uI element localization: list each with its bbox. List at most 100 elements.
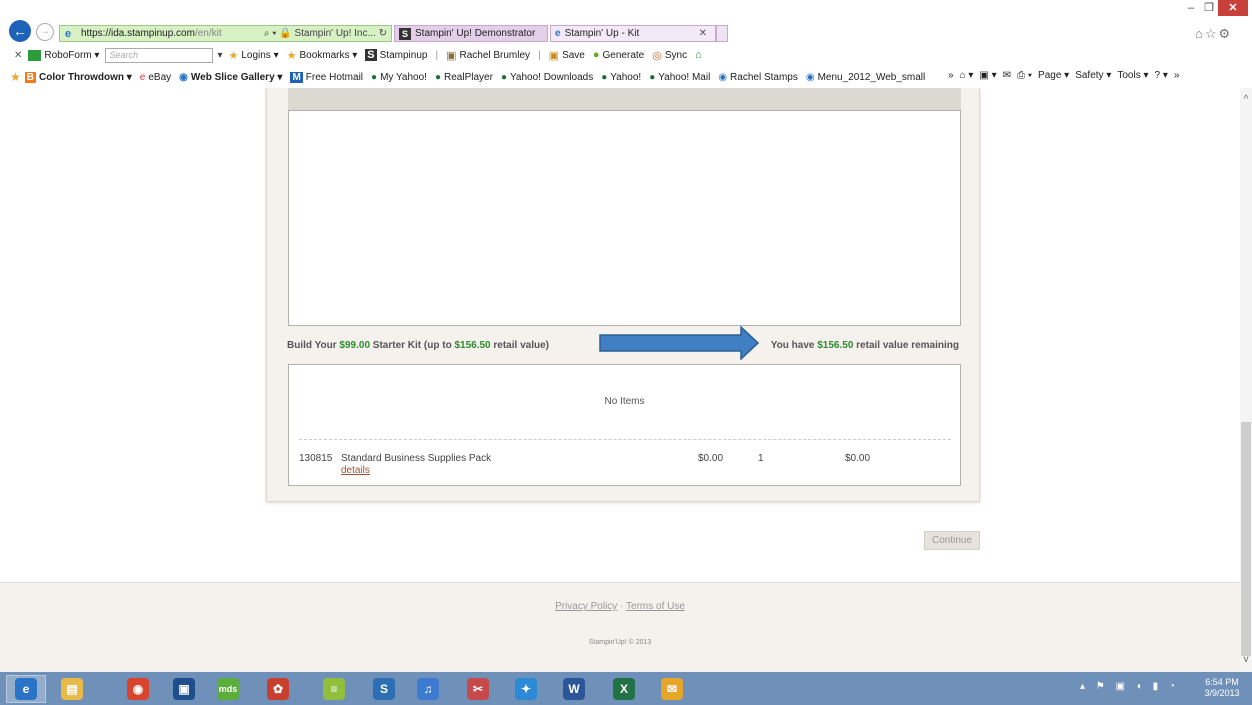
scroll-thumb[interactable] xyxy=(1241,422,1251,656)
tab-stampinup-kit[interactable]: e Stampin' Up - Kit ✕ xyxy=(550,25,716,42)
taskbar-excel-button[interactable]: X xyxy=(604,675,644,703)
tab-close-icon[interactable]: ✕ xyxy=(699,28,707,39)
continue-button[interactable]: Continue xyxy=(924,531,980,550)
maximize-button[interactable]: ❐ xyxy=(1200,0,1218,16)
home-menu[interactable]: ⌂ ▾ xyxy=(960,70,974,81)
search-dropdown-icon[interactable]: ▾ xyxy=(217,50,222,61)
favorites-star-icon[interactable]: ★ xyxy=(10,70,21,84)
taskbar-clock[interactable]: 6:54 PM 3/9/2013 xyxy=(1200,677,1244,699)
roboform-logo-icon xyxy=(28,49,42,61)
help-menu[interactable]: ? ▾ xyxy=(1155,70,1168,81)
new-tab-button[interactable] xyxy=(716,25,728,42)
tab-stampinup-demonstrator[interactable]: S Stampin' Up! Demonstrator xyxy=(394,25,548,42)
fav-label: Color Throwdown ▾ xyxy=(39,71,132,83)
generate-button[interactable]: ● Generate xyxy=(593,49,644,61)
save-label: Save xyxy=(562,49,585,61)
fav-web-slice-gallery[interactable]: ◉ Web Slice Gallery ▾ xyxy=(179,72,282,83)
taskbar-stampinup-button[interactable]: S xyxy=(364,675,404,703)
stampinup-link[interactable]: S Stampinup xyxy=(365,49,427,61)
overflow-chevron-icon[interactable]: » xyxy=(1174,70,1180,81)
globe-icon: ● xyxy=(500,71,507,83)
identity-rachel-brumley[interactable]: ▣ Rachel Brumley xyxy=(446,49,530,62)
remaining-amount: $156.50 xyxy=(817,340,854,351)
kit-builder-panel: Build Your $99.00 Starter Kit (up to $15… xyxy=(266,88,980,502)
item-total: $0.00 xyxy=(845,453,871,464)
fav-ebay[interactable]: e eBay xyxy=(140,72,171,83)
fav-label: Web Slice Gallery ▾ xyxy=(190,71,283,83)
fav-label: Yahoo! xyxy=(610,71,642,83)
home-favorites-settings-icons[interactable]: ⌂☆⚙ xyxy=(1195,26,1232,42)
taskbar-ie-button[interactable]: e xyxy=(6,675,46,703)
fav-label: Free Hotmail xyxy=(305,71,364,83)
save-button[interactable]: ▣ Save xyxy=(549,49,585,62)
taskbar-app-button[interactable]: ▣ xyxy=(164,675,204,703)
safety-menu[interactable]: Safety ▾ xyxy=(1075,70,1111,81)
fav-free-hotmail[interactable]: M Free Hotmail xyxy=(290,71,364,83)
tools-menu[interactable]: Tools ▾ xyxy=(1117,70,1148,81)
scroll-down-arrow-icon[interactable]: v xyxy=(1240,654,1252,665)
logins-menu[interactable]: ★ Logins ▾ xyxy=(228,49,278,62)
feeds-menu[interactable]: ▣ ▾ xyxy=(979,70,996,81)
print-menu[interactable]: ⎙ ▾ xyxy=(1017,70,1032,81)
bookmarks-menu[interactable]: ★ Bookmarks ▾ xyxy=(287,49,358,62)
taskbar-word-button[interactable]: W xyxy=(554,675,594,703)
taskbar-notes-button[interactable]: ≡ xyxy=(314,675,354,703)
fav-label: Yahoo! Downloads xyxy=(509,71,594,83)
close-window-button[interactable]: ✕ xyxy=(1218,0,1248,16)
windows-taskbar: e ▤ ◉ ▣ mds ✿ ≡ S ♫ ✂ ✦ W X ✉ ▴ ⚑ ▣ ◖ ▮ ◔ 6:54 PM 3/9… xyxy=(0,672,1252,705)
footer-separator: · xyxy=(617,601,627,612)
close-toolbar-icon[interactable]: ✕ xyxy=(14,50,22,61)
fav-menu-2012[interactable]: ◉ Menu_2012_Web_small xyxy=(806,72,925,83)
outlook-icon: ✉ xyxy=(661,678,683,700)
roboform-search-input[interactable]: Search xyxy=(105,47,214,63)
fav-rachel-stamps[interactable]: ◉ Rachel Stamps xyxy=(718,72,798,83)
file-explorer-icon: ▤ xyxy=(61,678,83,700)
url-host: https://ida.stampinup.com xyxy=(81,28,195,39)
footer-links: Privacy Policy · Terms of Use xyxy=(0,601,1240,612)
taskbar-itunes-button[interactable]: ♫ xyxy=(408,675,448,703)
fav-yahoo-downloads[interactable]: ● Yahoo! Downloads xyxy=(501,72,593,83)
system-tray-icons[interactable]: ▴ ⚑ ▣ ◖ ▮ ◔ xyxy=(1080,681,1179,692)
item-row: 130815 Standard Business Supplies Pack d… xyxy=(299,453,951,483)
page-menu[interactable]: Page ▾ xyxy=(1038,70,1069,81)
fav-label: Rachel Stamps xyxy=(730,71,798,83)
forward-button[interactable]: → xyxy=(36,23,54,41)
mail-icon[interactable]: ✉ xyxy=(1003,70,1011,81)
taskbar-chrome-button[interactable]: ◉ xyxy=(118,675,158,703)
taskbar-twitter-button[interactable]: ✦ xyxy=(506,675,546,703)
app-icon: ▣ xyxy=(173,678,195,700)
chrome-icon: ◉ xyxy=(127,678,149,700)
overflow-chevron-icon[interactable]: » xyxy=(948,70,954,81)
fav-my-yahoo[interactable]: ● My Yahoo! xyxy=(371,72,427,83)
generate-label: Generate xyxy=(602,49,645,61)
ie-icon: e xyxy=(555,28,561,39)
back-button[interactable]: ← xyxy=(9,20,31,42)
taskbar-outlook-button[interactable]: ✉ xyxy=(652,675,692,703)
address-tools[interactable]: ⌕ ▾ 🔒 Stampin' Up! Inc... ↻ xyxy=(264,28,387,39)
taskbar-picasa-button[interactable]: ✿ xyxy=(258,675,298,703)
scroll-up-arrow-icon[interactable]: ^ xyxy=(1240,94,1252,105)
taskbar-snipping-tool-button[interactable]: ✂ xyxy=(458,675,498,703)
build-kit-label: Build Your $99.00 Starter Kit (up to $15… xyxy=(287,340,549,351)
build-prefix: Build Your xyxy=(287,340,340,351)
fav-realplayer[interactable]: ● RealPlayer xyxy=(435,72,493,83)
remaining-prefix: You have xyxy=(770,340,818,351)
address-bar[interactable]: e https://ida.stampinup.com/en/kit ⌕ ▾ 🔒… xyxy=(59,25,392,42)
taskbar-file-explorer-button[interactable]: ▤ xyxy=(52,675,92,703)
fav-color-throwdown[interactable]: B Color Throwdown ▾ xyxy=(24,71,132,83)
vertical-scrollbar[interactable]: ^ v xyxy=(1240,88,1252,672)
tab-label: Stampin' Up - Kit xyxy=(564,28,640,39)
itunes-icon: ♫ xyxy=(417,678,439,700)
minimize-button[interactable]: – xyxy=(1182,0,1200,16)
taskbar-mds-button[interactable]: mds xyxy=(208,675,248,703)
fav-yahoo-mail[interactable]: ● Yahoo! Mail xyxy=(649,72,710,83)
item-details-link[interactable]: details xyxy=(341,465,370,476)
roboform-menu[interactable]: RoboForm ▾ xyxy=(44,50,99,61)
separator: | xyxy=(538,49,541,61)
sync-button[interactable]: ◎ Sync xyxy=(652,49,687,62)
site-ie-icon: e xyxy=(65,27,72,40)
home-button[interactable]: ⌂ xyxy=(695,49,705,61)
fav-yahoo[interactable]: ● Yahoo! xyxy=(601,72,641,83)
terms-of-use-link[interactable]: Terms of Use xyxy=(626,601,685,612)
privacy-policy-link[interactable]: Privacy Policy xyxy=(555,601,617,612)
